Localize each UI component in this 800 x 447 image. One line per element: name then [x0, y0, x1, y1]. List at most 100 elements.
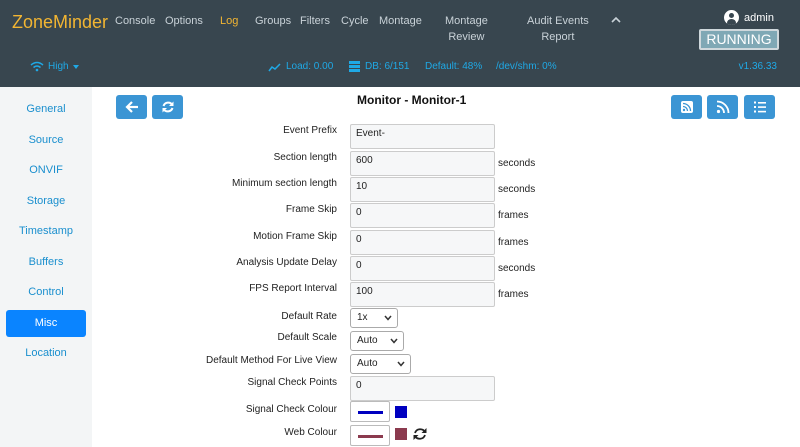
web-colour-swatch [395, 428, 407, 440]
tab-timestamp[interactable]: Timestamp [6, 218, 86, 245]
nav-montage[interactable]: Montage [379, 13, 422, 29]
run-state-button[interactable]: RUNNING [699, 29, 779, 50]
analysis-update-delay-unit: seconds [498, 263, 536, 274]
rss-button[interactable] [707, 95, 738, 119]
default-rate-select[interactable]: 1x [350, 308, 398, 328]
nav-audit-events-report[interactable]: Audit Events Report [527, 13, 589, 45]
monitor-settings-panel: Monitor - Monitor-1 Event Prefix Event- [92, 87, 800, 447]
frame-skip-input[interactable]: 0 [350, 203, 495, 228]
signal-check-colour-picker[interactable] [350, 401, 390, 422]
motion-frame-skip-label: Motion Frame Skip [253, 231, 337, 242]
back-button[interactable] [116, 95, 147, 119]
list-button[interactable] [744, 95, 775, 119]
motion-frame-skip-unit: frames [498, 237, 529, 248]
rss-icon [716, 100, 729, 114]
rss-feed-button[interactable] [671, 95, 702, 119]
signal-check-colour-line [358, 411, 383, 414]
tab-control[interactable]: Control [6, 279, 86, 306]
analysis-update-delay-label: Analysis Update Delay [236, 257, 337, 268]
row-fps-report-interval: FPS Report Interval 100 frames [92, 282, 800, 308]
event-prefix-label: Event Prefix [283, 125, 337, 136]
web-colour-label: Web Colour [284, 427, 337, 438]
default-method-select[interactable]: Auto [350, 354, 411, 374]
motion-frame-skip-input[interactable]: 0 [350, 230, 495, 255]
main-nav: Console Options Log Groups Filters Cycle… [115, 13, 610, 45]
username: admin [744, 11, 774, 24]
default-rate-label: Default Rate [281, 311, 337, 322]
nav-cycle[interactable]: Cycle [341, 13, 369, 29]
rss-square-icon [680, 101, 693, 113]
row-section-length: Section length 600 seconds [92, 151, 800, 177]
user-menu[interactable]: admin [724, 10, 774, 25]
row-web-colour: Web Colour [92, 425, 800, 447]
caret-down-icon [72, 64, 79, 69]
db-status: DB: 6/151 [349, 61, 409, 72]
brand-logo[interactable]: ZoneMinder [12, 12, 108, 33]
signal-check-colour-swatch [395, 406, 407, 418]
row-signal-check-colour: Signal Check Colour [92, 401, 800, 427]
frame-skip-label: Frame Skip [285, 204, 337, 215]
signal-check-points-input[interactable]: 0 [350, 376, 495, 401]
tab-storage[interactable]: Storage [6, 188, 86, 215]
analysis-update-delay-input[interactable]: 0 [350, 256, 495, 281]
wifi-icon [30, 61, 44, 72]
default-scale-value: Auto [357, 335, 378, 346]
nav-montage-review-line1: Montage [445, 15, 488, 27]
web-colour-line [358, 435, 383, 438]
database-icon [349, 61, 360, 72]
chevron-up-icon[interactable] [610, 14, 622, 26]
user-icon [724, 10, 740, 25]
page-title: Monitor - Monitor-1 [357, 93, 467, 107]
tab-onvif[interactable]: ONVIF [6, 157, 86, 184]
min-section-length-input[interactable]: 10 [350, 177, 495, 202]
tab-buffers[interactable]: Buffers [6, 249, 86, 276]
version-label[interactable]: v1.36.33 [739, 61, 777, 72]
tab-misc[interactable]: Misc [6, 310, 86, 337]
default-method-label: Default Method For Live View [206, 355, 337, 366]
randomize-colour-icon[interactable] [412, 426, 428, 442]
tab-general[interactable]: General [6, 96, 86, 123]
nav-console[interactable]: Console [115, 13, 155, 29]
tab-source[interactable]: Source [6, 127, 86, 154]
row-signal-check-points: Signal Check Points 0 [92, 376, 800, 402]
default-rate-value: 1x [357, 312, 368, 323]
db-value: DB: 6/151 [365, 61, 410, 72]
row-event-prefix: Event Prefix Event- [92, 124, 800, 150]
nav-audit-line2: Report [541, 31, 575, 43]
arrow-left-icon [124, 101, 138, 113]
refresh-button[interactable] [152, 95, 183, 119]
fps-report-interval-input[interactable]: 100 [350, 282, 495, 307]
web-colour-picker[interactable] [350, 425, 390, 446]
default-scale-select[interactable]: Auto [350, 331, 404, 351]
nav-montage-review-line2: Review [448, 31, 485, 43]
row-analysis-update-delay: Analysis Update Delay 0 seconds [92, 256, 800, 282]
top-navbar: ZoneMinder Console Options Log Groups Fi… [0, 0, 800, 87]
nav-options[interactable]: Options [165, 13, 203, 29]
row-frame-skip: Frame Skip 0 frames [92, 203, 800, 229]
nav-log[interactable]: Log [220, 13, 238, 29]
fps-report-interval-label: FPS Report Interval [249, 283, 337, 294]
chevron-down-icon [390, 338, 398, 344]
nav-montage-review[interactable]: Montage Review [445, 13, 488, 45]
shm-status: /dev/shm: 0% [496, 61, 557, 72]
nav-groups[interactable]: Groups [255, 13, 291, 29]
signal-check-colour-label: Signal Check Colour [245, 404, 337, 415]
nav-filters[interactable]: Filters [300, 13, 330, 29]
section-length-input[interactable]: 600 [350, 151, 495, 176]
bandwidth-dropdown[interactable]: High [30, 61, 79, 72]
event-prefix-input[interactable]: Event- [350, 124, 495, 149]
chevron-down-icon [397, 361, 405, 367]
tab-location[interactable]: Location [6, 340, 86, 367]
fps-report-interval-unit: frames [498, 289, 529, 300]
chevron-down-icon [384, 315, 392, 321]
row-min-section-length: Minimum section length 10 seconds [92, 177, 800, 203]
min-section-length-unit: seconds [498, 184, 536, 195]
list-ordered-icon [753, 101, 766, 113]
section-length-label: Section length [273, 152, 337, 163]
load-value: Load: 0.00 [286, 61, 334, 72]
signal-check-points-label: Signal Check Points [247, 377, 338, 388]
chart-line-icon [268, 62, 281, 71]
settings-sidebar: General Source ONVIF Storage Timestamp B… [0, 87, 92, 447]
storage-default-status: Default: 48% [425, 61, 483, 72]
section-length-unit: seconds [498, 158, 536, 169]
